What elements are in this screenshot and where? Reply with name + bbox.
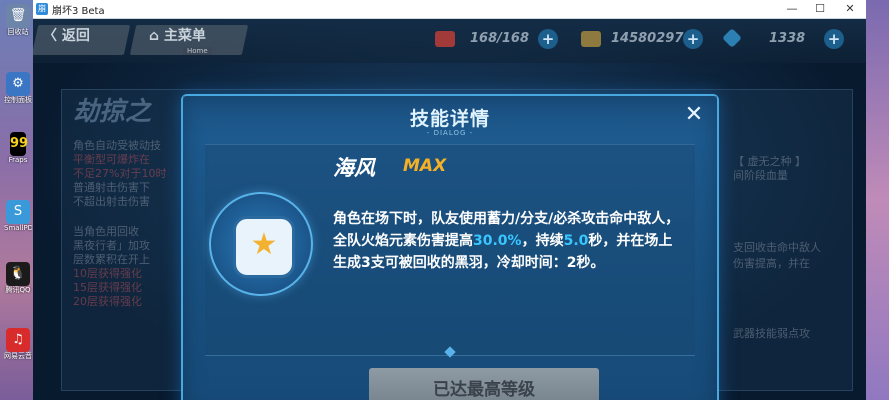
desktop-icon-control-panel[interactable]: ⚙ 控制面板 bbox=[4, 72, 32, 105]
add-stamina-button[interactable]: + bbox=[538, 29, 558, 49]
back-label: 〈 返回 bbox=[43, 28, 90, 44]
skill-level-badge: MAX bbox=[403, 156, 447, 176]
bg-text: 20层获得强化 bbox=[73, 295, 142, 308]
crystal-icon bbox=[722, 28, 742, 48]
bg-text: 支回收击命中敌人 bbox=[733, 241, 821, 254]
star-icon: ★ bbox=[250, 227, 278, 262]
minimize-button[interactable]: — bbox=[778, 0, 806, 18]
desktop-strip-right bbox=[865, 0, 889, 400]
desktop-icon-label: 控制面板 bbox=[4, 96, 32, 104]
game-topbar: 〈 返回 ⌂ 主菜单 Home 168/168 + 14580297 + 133… bbox=[33, 19, 866, 63]
add-crystals-button[interactable]: + bbox=[824, 29, 844, 49]
desktop-strip: 🗑 回收站 ⚙ 控制面板 99 Fraps S SmallPDF 🐧 腾讯QQ … bbox=[0, 0, 36, 400]
desktop-icon-label: Fraps bbox=[8, 156, 28, 164]
coin-icon bbox=[581, 31, 601, 47]
maximize-button[interactable]: ☐ bbox=[806, 0, 834, 18]
stamina-icon bbox=[435, 31, 455, 47]
home-icon: ⌂ bbox=[149, 28, 164, 44]
desktop-icon-qq[interactable]: 🐧 腾讯QQ bbox=[4, 262, 32, 295]
fraps-icon: 99 bbox=[10, 132, 28, 156]
background-title: 劫掠之 bbox=[73, 97, 152, 127]
qq-penguin-icon: 🐧 bbox=[6, 262, 30, 286]
skill-description: 角色在场下时，队友使用蓄力/分支/必杀攻击命中敌人，全队火焰元素伤害提高30.0… bbox=[333, 211, 680, 271]
desktop-icon-label: 网易云音乐 bbox=[4, 352, 32, 360]
highlight-value: 5.0 bbox=[563, 233, 589, 249]
add-coins-button[interactable]: + bbox=[683, 29, 703, 49]
control-panel-icon: ⚙ bbox=[6, 72, 30, 96]
dialog-subtitle: - DIALOG - bbox=[426, 129, 474, 137]
home-label: ⌂ 主菜单 bbox=[149, 28, 206, 44]
dialog-title: 技能详情 bbox=[409, 108, 490, 130]
desktop-icon-netease-music[interactable]: ♫ 网易云音乐 bbox=[4, 328, 32, 361]
desktop-icon-label: 回收站 bbox=[7, 28, 29, 36]
close-window-button[interactable]: ✕ bbox=[836, 0, 864, 18]
recycle-bin-icon: 🗑 bbox=[6, 4, 30, 28]
skill-emblem: ★ bbox=[209, 192, 313, 296]
bg-text: 伤害提高，并在 bbox=[733, 257, 810, 270]
max-level-button[interactable]: 已达最高等级 bbox=[369, 368, 599, 400]
bg-text: 武器技能弱点攻 bbox=[733, 327, 810, 340]
chevron-left-icon: 〈 bbox=[43, 28, 62, 44]
stamina-value: 168/168 bbox=[470, 31, 530, 46]
game-window: 崩 崩坏3 Beta — ☐ ✕ 劫掠之 角色自动受被动技 平衡型可爆炸在 不足… bbox=[33, 0, 866, 400]
skill-badge: ★ bbox=[233, 216, 295, 278]
home-sublabel: Home bbox=[183, 47, 212, 55]
smallpdf-icon: S bbox=[6, 200, 30, 224]
desktop-icon-label: SmallPDF bbox=[4, 224, 32, 232]
skill-detail-dialog: 技能详情 - DIALOG - ✕ ★ 海风 MAX 角色在场下时，队友使用蓄力… bbox=[181, 94, 719, 400]
app-icon: 崩 bbox=[36, 3, 48, 15]
bg-text: 不超出射击伤害 bbox=[73, 195, 150, 208]
bg-text: 间阶段血量 bbox=[733, 169, 788, 182]
game-scene: 劫掠之 角色自动受被动技 平衡型可爆炸在 不足27%对于10时 普通射击伤害下 … bbox=[33, 19, 866, 400]
desktop-icon-recycle-bin[interactable]: 🗑 回收站 bbox=[4, 4, 32, 37]
desktop-icon-fraps[interactable]: 99 Fraps bbox=[4, 132, 32, 165]
coins-value: 14580297 bbox=[611, 31, 684, 46]
desktop-icon-label: 腾讯QQ bbox=[5, 286, 31, 294]
window-titlebar[interactable]: 崩 崩坏3 Beta — ☐ ✕ bbox=[33, 0, 866, 19]
crystals-value: 1338 bbox=[769, 31, 806, 46]
window-title: 崩坏3 Beta bbox=[52, 6, 105, 17]
desktop-icon-smallpdf[interactable]: S SmallPDF bbox=[4, 200, 32, 233]
highlight-value: 30.0% bbox=[473, 233, 522, 249]
close-dialog-button[interactable]: ✕ bbox=[681, 102, 707, 128]
skill-name: 海风 bbox=[333, 156, 375, 180]
music-icon: ♫ bbox=[6, 328, 30, 352]
